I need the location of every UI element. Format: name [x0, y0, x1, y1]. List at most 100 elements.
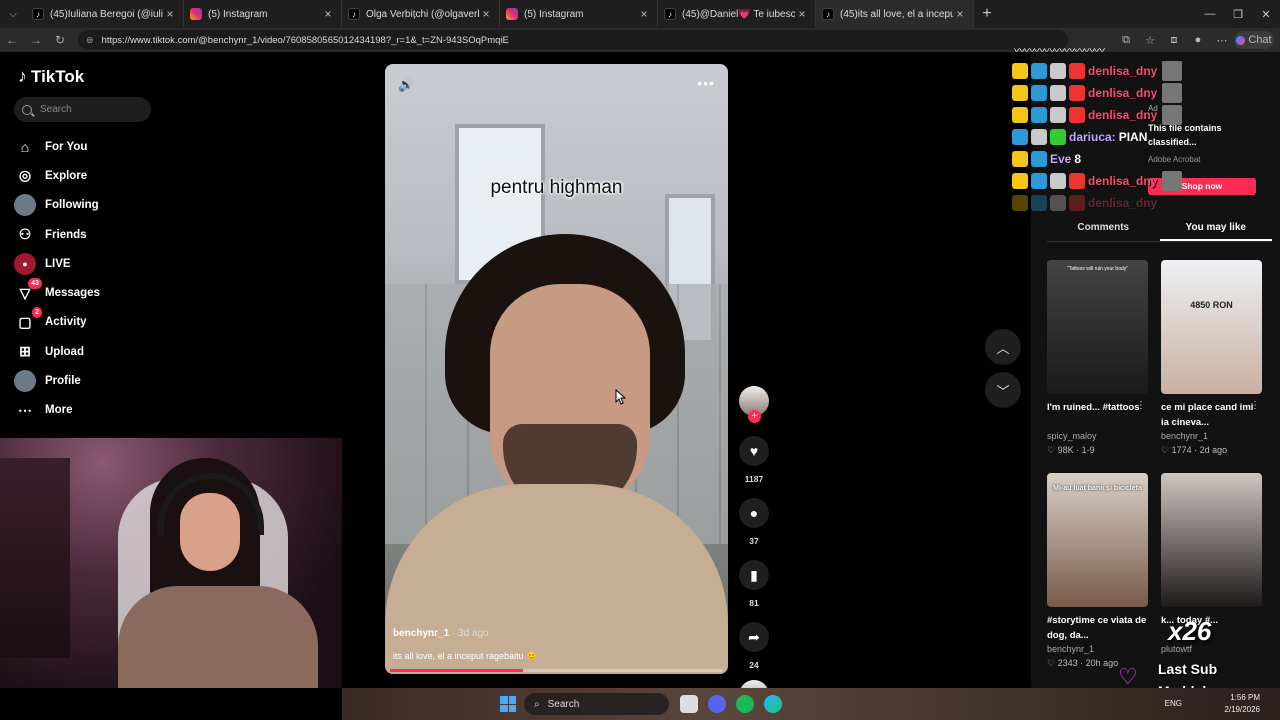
- next-video-button[interactable]: ﹀: [985, 372, 1021, 408]
- windows-start-icon[interactable]: [500, 696, 516, 712]
- spotify-icon[interactable]: [736, 695, 754, 713]
- chat-line: denlisa_dny: [1012, 60, 1212, 82]
- browser-tab[interactable]: ♪ Olga Verbițchi (@olgaverbitki) | TikTo…: [342, 0, 500, 28]
- card-more-icon[interactable]: ⋮: [1250, 400, 1260, 411]
- sidebar-item-more[interactable]: ⋯ More: [14, 396, 194, 425]
- video-thumbnail[interactable]: Mi-au luat banii și bicicleta: [1047, 473, 1148, 607]
- discord-icon[interactable]: [708, 695, 726, 713]
- card-user[interactable]: benchynr_1: [1161, 431, 1262, 441]
- crown-badge-icon: [1012, 151, 1028, 167]
- video-thumbnail[interactable]: 4850 RON: [1161, 260, 1262, 394]
- url-text: https://www.tiktok.com/@benchynr_1/video…: [101, 34, 509, 46]
- video-author-line[interactable]: benchynr_1 · 3d ago: [393, 628, 489, 639]
- browser-tab[interactable]: ♪ (45)@Daniel💗 Te iubesc atât de mult ×: [658, 0, 816, 28]
- sidebar-item-friends[interactable]: ⚇ Friends: [14, 220, 194, 249]
- search-placeholder: Search: [40, 104, 72, 115]
- bookmark-icon[interactable]: ▮: [739, 560, 769, 590]
- close-window-icon[interactable]: ✕: [1252, 0, 1280, 28]
- video-thumbnail[interactable]: "Tattoos will ruin your body": [1047, 260, 1148, 394]
- extensions-icon[interactable]: ⧉: [1114, 34, 1138, 47]
- minimize-icon[interactable]: —: [1196, 0, 1224, 28]
- url-field[interactable]: ⊜ https://www.tiktok.com/@benchynr_1/vid…: [78, 30, 1068, 50]
- maximize-icon[interactable]: ❐: [1224, 0, 1252, 28]
- browser-tab[interactable]: ♪ (45)Iuliana Beregoi (@iulianaberegoi) …: [26, 0, 184, 28]
- card-likes: 98K: [1057, 445, 1074, 455]
- browser-tab-bar: ⌵ ♪ (45)Iuliana Beregoi (@iulianaberegoi…: [0, 0, 1280, 28]
- like-count: 1187: [744, 474, 764, 484]
- share-icon[interactable]: ➦: [739, 622, 769, 652]
- menu-icon[interactable]: ⋯: [1210, 34, 1234, 47]
- search-input[interactable]: Search: [14, 97, 151, 122]
- follow-plus-icon[interactable]: +: [748, 410, 761, 423]
- card-title[interactable]: #storytime ce viata de dog, da...: [1047, 613, 1148, 643]
- recommended-video-card[interactable]: Mi-au luat banii și bicicleta #storytime…: [1047, 473, 1148, 669]
- sidebar-item-explore[interactable]: ◎ Explore: [14, 161, 194, 190]
- video-more-icon[interactable]: •••: [697, 75, 715, 91]
- close-tab-icon[interactable]: ×: [795, 7, 809, 21]
- profile-icon[interactable]: ●: [1186, 34, 1210, 46]
- previous-video-button[interactable]: ︿: [985, 329, 1021, 365]
- seven-badge-icon: [1069, 63, 1085, 79]
- system-clock[interactable]: 1:56 PM 2/19/2026: [1224, 692, 1260, 716]
- activity-badge: 2: [32, 307, 42, 319]
- browser-tab[interactable]: (5) Instagram ×: [500, 0, 658, 28]
- card-user[interactable]: spicy_maloy: [1047, 431, 1148, 441]
- video-thumbnail[interactable]: [1161, 473, 1262, 607]
- card-user[interactable]: benchynr_1: [1047, 644, 1148, 654]
- crown-badge-icon: [1012, 107, 1028, 123]
- recommended-video-card[interactable]: 4850 RON ce mi place cand imi ia cineva.…: [1161, 260, 1262, 456]
- chat-line: dariuca: PIAN: [1012, 126, 1212, 148]
- comment-action[interactable]: ● 37: [734, 498, 774, 546]
- tiktok-logo[interactable]: ♪ TikTok: [18, 66, 84, 87]
- like-action[interactable]: ♥ 1187: [734, 436, 774, 484]
- file-explorer-icon[interactable]: [680, 695, 698, 713]
- sidebar-item-profile[interactable]: Profile: [14, 366, 194, 395]
- sidebar-item-upload[interactable]: ⊞ Upload: [14, 337, 194, 366]
- heart-icon[interactable]: ♥: [739, 436, 769, 466]
- comment-icon[interactable]: ●: [739, 498, 769, 528]
- close-tab-icon[interactable]: ×: [479, 7, 493, 21]
- reload-icon[interactable]: ↻: [48, 28, 72, 52]
- browser-tab-active[interactable]: ♪ (45)its all love, el a inceput rageba …: [816, 0, 974, 28]
- close-tab-icon[interactable]: ×: [953, 7, 967, 21]
- chat-username: dariuca:: [1069, 130, 1116, 144]
- sidebar-item-activity[interactable]: ▢ 2 Activity: [14, 307, 194, 337]
- tab-comments[interactable]: Comments: [1047, 222, 1160, 241]
- forward-icon[interactable]: →: [24, 28, 48, 52]
- close-tab-icon[interactable]: ×: [163, 7, 177, 21]
- search-icon: ⌕: [534, 698, 540, 710]
- video-author[interactable]: benchynr_1: [393, 628, 449, 639]
- card-more-icon[interactable]: ⋮: [1136, 400, 1146, 411]
- save-action[interactable]: ▮ 81: [734, 560, 774, 608]
- edge-icon[interactable]: [764, 695, 782, 713]
- card-title[interactable]: I'm ruined... #tattoos: [1047, 400, 1148, 430]
- emote-icon: [1162, 83, 1183, 103]
- taskbar-search[interactable]: ⌕ Search: [524, 693, 669, 715]
- browser-tab[interactable]: (5) Instagram ×: [184, 0, 342, 28]
- recommended-video-card[interactable]: "Tattoos will ruin your body" I'm ruined…: [1047, 260, 1148, 456]
- video-progress-bar[interactable]: [390, 669, 723, 672]
- heart-outline-icon: ♡: [1118, 664, 1138, 689]
- close-tab-icon[interactable]: ×: [637, 7, 651, 21]
- sidebar-item-messages[interactable]: ▽ 43 Messages: [14, 278, 194, 307]
- tab-title: (45)@Daniel💗 Te iubesc atât de mult: [682, 8, 795, 20]
- new-tab-button[interactable]: +: [974, 5, 1000, 23]
- sidebar-item-live[interactable]: ● LIVE: [14, 249, 194, 278]
- sidebar-item-following[interactable]: Following: [14, 191, 194, 220]
- card-title[interactable]: ce mi place cand imi ia cineva...: [1161, 400, 1262, 430]
- video-player[interactable]: pentru highman 🔊 ••• benchynr_1 · 3d ago…: [385, 64, 728, 674]
- favorite-icon[interactable]: ☆: [1138, 34, 1162, 47]
- tab-you-may-like[interactable]: You may like: [1159, 222, 1272, 241]
- language-indicator[interactable]: ENG: [1165, 699, 1182, 708]
- copilot-chat-button[interactable]: Chat: [1234, 31, 1274, 49]
- volume-icon[interactable]: 🔊: [398, 77, 414, 93]
- sidebar-item-for-you[interactable]: ⌂ For You: [14, 132, 194, 161]
- tab-search-dropdown[interactable]: ⌵: [0, 0, 26, 28]
- site-info-icon[interactable]: ⊜: [86, 35, 94, 46]
- chat-line: denlisa_dny: [1012, 170, 1212, 192]
- collections-icon[interactable]: ⧈: [1162, 34, 1186, 47]
- back-icon[interactable]: ←: [0, 28, 24, 52]
- creator-avatar[interactable]: +: [739, 386, 769, 423]
- share-action[interactable]: ➦ 24: [734, 622, 774, 670]
- close-tab-icon[interactable]: ×: [321, 7, 335, 21]
